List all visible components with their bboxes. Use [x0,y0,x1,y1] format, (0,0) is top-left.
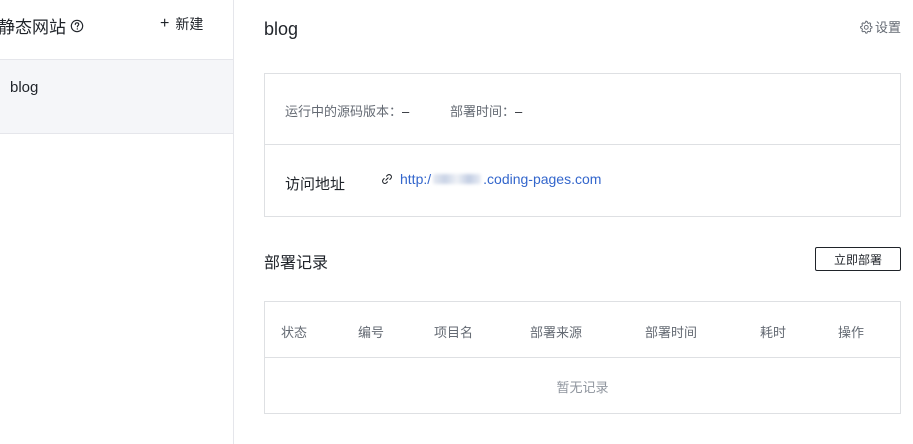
sidebar-header: 静态网站 + 新建 [0,0,233,60]
column-header-number: 编号 [358,325,385,340]
link-icon [382,174,392,184]
new-site-button[interactable]: + 新建 [160,14,203,34]
site-info-card: 运行中的源码版本：– 部署时间：– 访问地址 http:/ .coding-pa… [264,73,901,217]
visit-url-suffix: .coding-pages.com [483,171,602,187]
visit-address-row: 访问地址 http:/ .coding-pages.com [265,145,900,216]
column-header-duration: 耗时 [760,325,787,340]
gear-icon [860,20,873,34]
column-header-deploy-time: 部署时间 [645,325,698,340]
plus-icon: + [160,15,170,32]
column-header-project: 项目名 [434,325,474,340]
sidebar-title: 静态网站 [0,13,84,38]
new-site-label: 新建 [175,16,204,32]
deploy-time: 部署时间：– [450,101,522,120]
sidebar-item-label: blog [10,79,39,96]
help-icon[interactable] [70,19,84,33]
page-title: blog [264,19,299,39]
settings-button[interactable]: 设置 [859,17,901,36]
visit-address-label: 访问地址 [285,176,346,193]
deploy-time-label: 部署时间： [450,104,516,119]
source-version: 运行中的源码版本：– [285,101,409,120]
column-header-status: 状态 [281,325,308,340]
sidebar: 静态网站 + 新建 blog [0,0,234,444]
redacted-domain [433,174,482,184]
settings-label: 设置 [874,20,901,35]
deploy-records-table: 状态 编号 项目名 部署来源 部署时间 耗时 操作 暂无记录 [264,301,901,414]
deploy-time-value: – [515,104,523,119]
table-header: 状态 编号 项目名 部署来源 部署时间 耗时 操作 [265,302,900,358]
sidebar-title-text: 静态网站 [0,18,66,37]
column-header-source: 部署来源 [530,325,583,340]
visit-url-prefix: http:/ [400,171,432,187]
deploy-records-title: 部署记录 [264,255,329,272]
empty-state: 暂无记录 [556,379,609,395]
visit-url-link[interactable]: http:/ .coding-pages.com [381,171,601,187]
source-version-value: – [402,104,410,119]
deploy-meta-row: 运行中的源码版本：– 部署时间：– [265,74,900,145]
sidebar-item-blog[interactable]: blog [0,60,233,134]
main-panel: blog 设置 运行中的源码版本：– 部署时间：– 访问地址 http:/ .c… [234,0,913,444]
deploy-now-button[interactable]: 立即部署 [815,247,901,271]
column-header-actions: 操作 [838,325,865,340]
source-version-label: 运行中的源码版本： [285,104,403,119]
